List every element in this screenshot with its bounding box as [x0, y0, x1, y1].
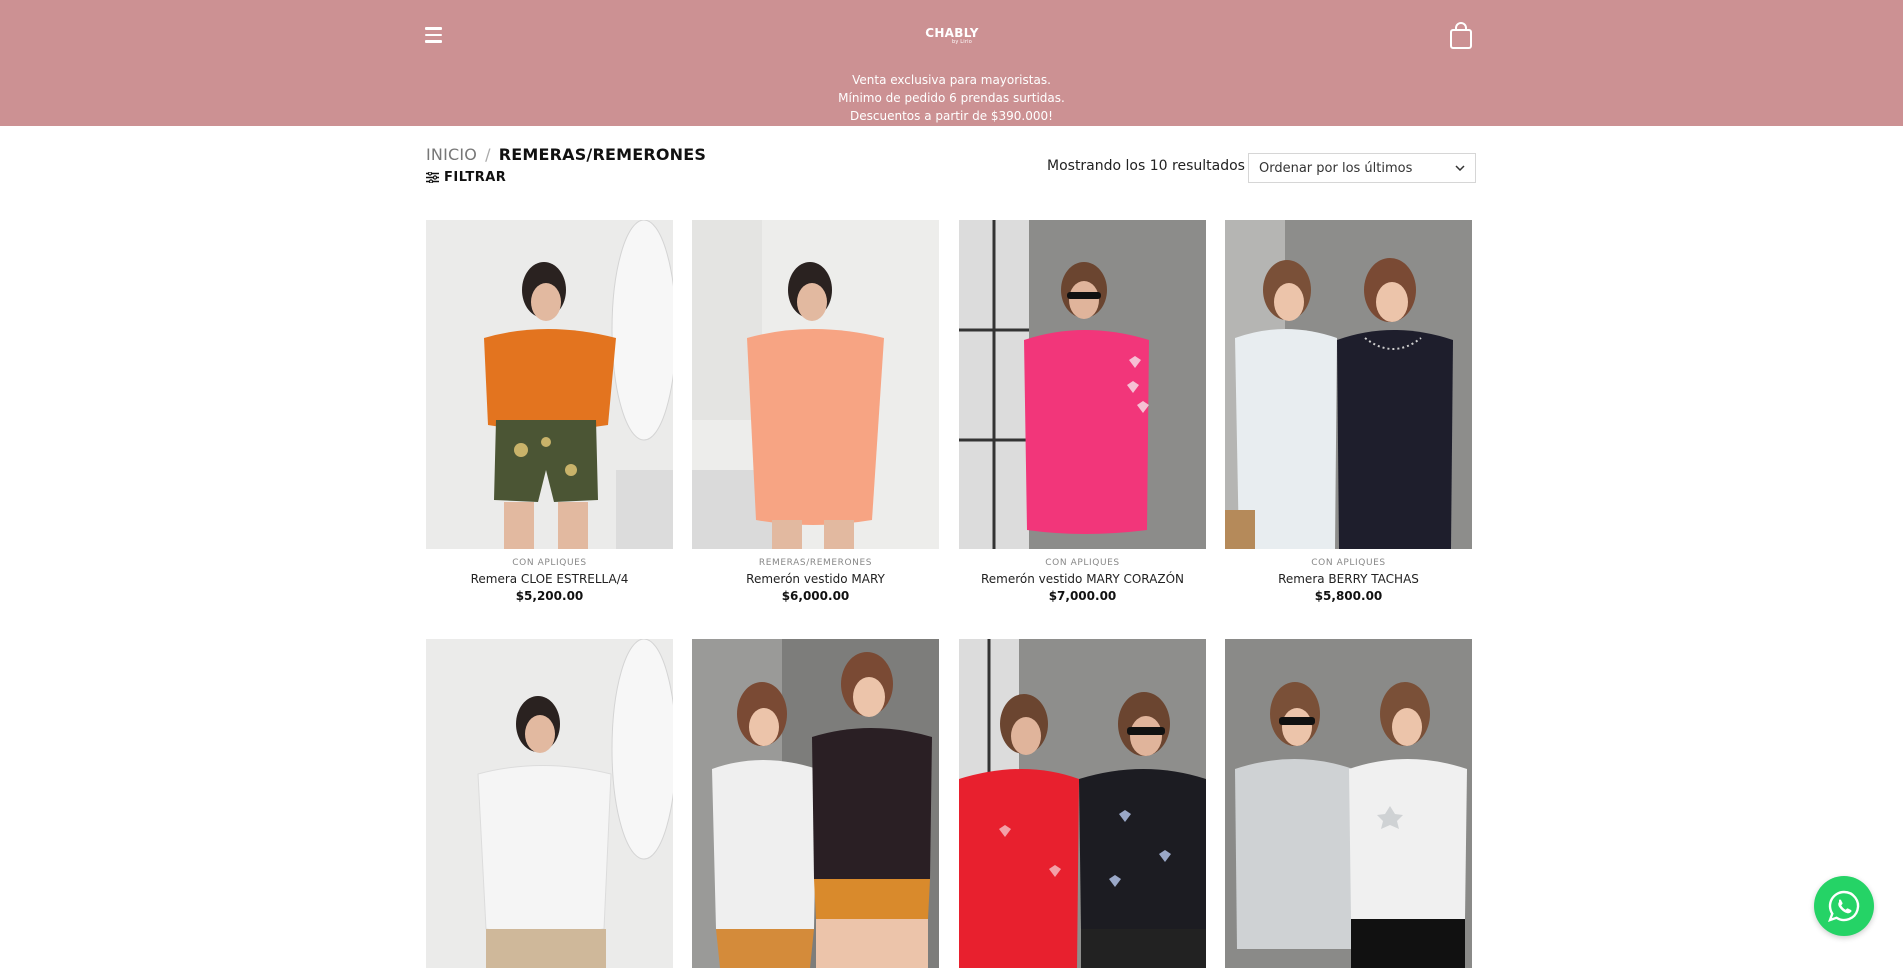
product-image[interactable] [426, 220, 673, 549]
breadcrumb: INICIO / REMERAS/REMERONES [426, 145, 706, 164]
product-card[interactable] [692, 639, 939, 977]
product-category[interactable]: CON APLIQUES [426, 558, 673, 568]
site-logo[interactable]: CHABLY by Lirio [902, 26, 1002, 45]
whatsapp-icon [1828, 890, 1860, 922]
sort-select[interactable]: Ordenar por los últimos [1248, 153, 1476, 183]
product-price: $5,800.00 [1314, 589, 1383, 603]
product-image[interactable] [1225, 220, 1472, 549]
product-card[interactable]: CON APLIQUES Remera CLOE ESTRELLA/4 $5,2… [426, 220, 673, 603]
product-price: $7,000.00 [1048, 589, 1117, 603]
product-card[interactable]: REMERAS/REMERONES Remerón vestido MARY $… [692, 220, 939, 603]
notice-line: Mínimo de pedido 6 prendas surtidas. [838, 91, 1065, 105]
product-image[interactable] [959, 220, 1206, 549]
notice-line: Venta exclusiva para mayoristas. [852, 73, 1051, 87]
product-title[interactable]: Remerón vestido MARY [692, 572, 939, 586]
site-header: CHABLY by Lirio Venta exclusiva para may… [0, 0, 1903, 126]
product-card[interactable]: CON APLIQUES Remerón vestido MARY CORAZÓ… [959, 220, 1206, 603]
product-title[interactable]: Remerón vestido MARY CORAZÓN [959, 572, 1206, 586]
product-image[interactable] [692, 220, 939, 549]
results-count: Mostrando los 10 resultados [1047, 158, 1245, 174]
product-title[interactable]: Remera CLOE ESTRELLA/4 [426, 572, 673, 586]
breadcrumb-home-link[interactable]: INICIO [426, 145, 477, 164]
product-image[interactable] [1225, 639, 1472, 968]
product-image[interactable] [959, 639, 1206, 968]
whatsapp-button[interactable] [1814, 876, 1874, 936]
notice-line: Descuentos a partir de $390.000! [850, 109, 1053, 123]
product-card[interactable] [959, 639, 1206, 977]
product-title[interactable]: Remera BERRY TACHAS [1225, 572, 1472, 586]
product-card[interactable] [426, 639, 673, 977]
filter-label: FILTRAR [444, 170, 507, 185]
product-card[interactable]: CON APLIQUES Remera BERRY TACHAS $5,800.… [1225, 220, 1472, 603]
chevron-down-icon [1455, 165, 1465, 171]
wholesale-notice: Venta exclusiva para mayoristas. Mínimo … [0, 71, 1903, 125]
product-image[interactable] [692, 639, 939, 968]
brand-name: CHABLY [925, 26, 979, 40]
breadcrumb-current: REMERAS/REMERONES [498, 145, 707, 164]
cart-icon[interactable] [1448, 22, 1474, 50]
filter-icon [426, 172, 439, 183]
product-category[interactable]: CON APLIQUES [959, 558, 1206, 568]
filter-button[interactable]: FILTRAR [426, 170, 506, 185]
product-category[interactable]: CON APLIQUES [1225, 558, 1472, 568]
brand-tagline: by Lirio [951, 39, 972, 45]
breadcrumb-separator: / [485, 145, 491, 164]
product-price: $5,200.00 [515, 589, 584, 603]
product-image[interactable] [426, 639, 673, 968]
product-card[interactable] [1225, 639, 1472, 977]
product-category[interactable]: REMERAS/REMERONES [692, 558, 939, 568]
sort-selected-value: Ordenar por los últimos [1259, 160, 1413, 176]
product-price: $6,000.00 [781, 589, 850, 603]
menu-icon[interactable] [425, 24, 447, 46]
